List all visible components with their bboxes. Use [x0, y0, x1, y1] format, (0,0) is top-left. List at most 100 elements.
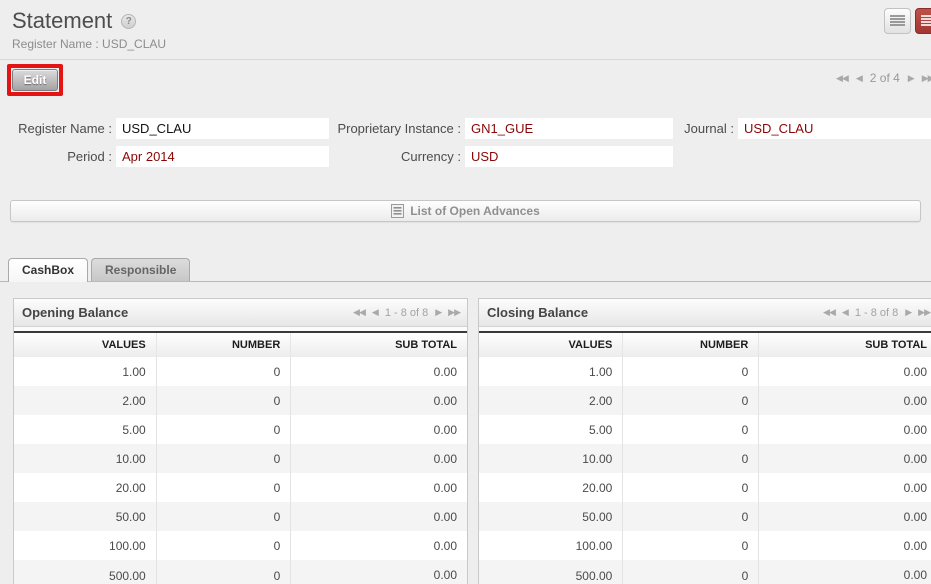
- values-cell: 5.00: [588, 423, 613, 437]
- subtotal-cell: 0.00: [758, 560, 931, 584]
- table-row[interactable]: 50.00 0 0.00: [479, 502, 931, 531]
- table-row[interactable]: 20.00 0 0.00: [14, 473, 467, 502]
- list-open-advances-button[interactable]: List of Open Advances: [10, 200, 921, 222]
- pager-previous-icon[interactable]: ◀: [372, 307, 379, 318]
- table-row[interactable]: 10.00 0 0.00: [479, 444, 931, 473]
- column-header-values[interactable]: VALUES: [14, 331, 157, 357]
- column-header-number[interactable]: NUMBER: [155, 331, 291, 357]
- number-cell: 0: [155, 386, 291, 415]
- closing-balance-body: 1.00 0 0.00 2.00 0 0.00 5.00 0 0.00 10.00 0 0.00 20.…: [479, 357, 931, 584]
- help-icon[interactable]: ?: [121, 13, 137, 29]
- column-header-number[interactable]: NUMBER: [622, 331, 759, 357]
- values-cell: 20.00: [115, 481, 146, 495]
- list-view-icon: [890, 15, 905, 26]
- table-row[interactable]: 5.00 0 0.00: [14, 415, 467, 444]
- period-label: Period :: [67, 149, 112, 164]
- table-row[interactable]: 100.00 0 0.00: [479, 531, 931, 560]
- values-cell: 50.00: [115, 510, 146, 524]
- pager-first-icon[interactable]: ◀◀: [823, 307, 836, 318]
- number-cell: 0: [622, 386, 759, 415]
- subtotal-cell: 0.00: [290, 502, 467, 531]
- tab-cashbox[interactable]: CashBox: [8, 258, 89, 282]
- subtotal-cell: 0.00: [758, 444, 931, 473]
- page-header: Statement ? Register Name : USD_CLAU: [0, 0, 931, 60]
- number-cell: 0: [622, 444, 759, 473]
- pager-range: 1 - 8 of 8: [384, 306, 429, 319]
- period-field[interactable]: Apr 2014: [116, 146, 329, 167]
- edit-button[interactable]: Edit: [12, 69, 58, 91]
- tab-responsible[interactable]: Responsible: [91, 258, 191, 281]
- table-row[interactable]: 2.00 0 0.00: [479, 386, 931, 415]
- number-cell: 0: [622, 502, 759, 531]
- pager-previous-icon[interactable]: ◀: [856, 73, 863, 84]
- table-row[interactable]: 500.00 0 0.00: [14, 560, 467, 584]
- pager-first-icon[interactable]: ◀◀: [353, 307, 366, 318]
- number-cell: 0: [622, 473, 759, 502]
- subtotal-cell: 0.00: [758, 357, 931, 386]
- number-cell: 0: [622, 560, 759, 584]
- currency-field[interactable]: USD: [465, 146, 673, 167]
- proprietary-instance-field[interactable]: GN1_GUE: [465, 118, 673, 139]
- opening-balance-table: VALUES NUMBER SUB TOTAL 1.00 0 0.00 2.00 0 0.…: [14, 331, 467, 584]
- subtotal-cell: 0.00: [758, 415, 931, 444]
- subtotal-cell: 0.00: [290, 357, 467, 386]
- values-cell: 50.00: [582, 510, 613, 524]
- table-row[interactable]: 5.00 0 0.00: [479, 415, 931, 444]
- values-cell: 20.00: [582, 481, 613, 495]
- values-cell: 10.00: [115, 452, 146, 466]
- subtotal-cell: 0.00: [290, 444, 467, 473]
- values-cell: 2.00: [588, 394, 613, 408]
- subtotal-cell: 0.00: [290, 415, 467, 444]
- table-row[interactable]: 10.00 0 0.00: [14, 444, 467, 473]
- record-subtitle: Register Name : USD_CLAU: [12, 37, 167, 51]
- pager-last-icon[interactable]: ▶▶: [922, 73, 931, 84]
- pager-previous-icon[interactable]: ◀: [842, 307, 849, 318]
- column-header-subtotal[interactable]: SUB TOTAL: [290, 331, 467, 357]
- table-row[interactable]: 20.00 0 0.00: [479, 473, 931, 502]
- currency-label: Currency :: [401, 149, 461, 164]
- pager-next-icon[interactable]: ▶: [435, 307, 442, 318]
- values-cell: 1.00: [588, 365, 613, 379]
- pager-last-icon[interactable]: ▶▶: [448, 307, 461, 318]
- values-cell: 10.00: [582, 452, 613, 466]
- pager-next-icon[interactable]: ▶: [905, 307, 912, 318]
- subtotal-cell: 0.00: [758, 473, 931, 502]
- list-view-button[interactable]: [884, 8, 911, 34]
- subtotal-cell: 0.00: [290, 531, 467, 560]
- proprietary-instance-label: Proprietary Instance :: [337, 121, 461, 136]
- table-row[interactable]: 500.00 0 0.00: [479, 560, 931, 584]
- opening-balance-title: Opening Balance: [22, 305, 129, 320]
- view-switcher: [884, 8, 931, 34]
- closing-balance-title: Closing Balance: [487, 305, 589, 320]
- table-row[interactable]: 50.00 0 0.00: [14, 502, 467, 531]
- journal-label: Journal :: [684, 121, 734, 136]
- pager-last-icon[interactable]: ▶▶: [918, 307, 931, 318]
- notebook-tabs: CashBox Responsible: [0, 257, 931, 282]
- pager-next-icon[interactable]: ▶: [908, 73, 915, 84]
- closing-balance-pager: ◀◀ ◀ 1 - 8 of 8 ▶ ▶▶: [823, 306, 931, 319]
- subtotal-cell: 0.00: [290, 386, 467, 415]
- opening-balance-pager: ◀◀ ◀ 1 - 8 of 8 ▶ ▶▶: [353, 306, 461, 319]
- subtotal-cell: 0.00: [758, 531, 931, 560]
- table-row[interactable]: 1.00 0 0.00: [14, 357, 467, 386]
- column-header-values[interactable]: VALUES: [479, 331, 623, 357]
- subtotal-cell: 0.00: [290, 473, 467, 502]
- form-view-icon: [921, 15, 931, 26]
- journal-field[interactable]: USD_CLAU: [738, 118, 931, 139]
- table-row[interactable]: 2.00 0 0.00: [14, 386, 467, 415]
- pager-first-icon[interactable]: ◀◀: [836, 73, 849, 84]
- list-open-advances-label: List of Open Advances: [410, 204, 540, 218]
- values-cell: 100.00: [109, 539, 146, 553]
- number-cell: 0: [155, 444, 291, 473]
- pager-range: 1 - 8 of 8: [854, 306, 899, 319]
- opening-balance-body: 1.00 0 0.00 2.00 0 0.00 5.00 0 0.00 10.00 0 0.00 20.…: [14, 357, 467, 584]
- table-row[interactable]: 1.00 0 0.00: [479, 357, 931, 386]
- values-cell: 2.00: [122, 394, 146, 408]
- column-header-subtotal[interactable]: SUB TOTAL: [758, 331, 931, 357]
- number-cell: 0: [622, 415, 759, 444]
- number-cell: 0: [155, 531, 291, 560]
- subtotal-cell: 0.00: [758, 502, 931, 531]
- table-row[interactable]: 100.00 0 0.00: [14, 531, 467, 560]
- number-cell: 0: [155, 560, 291, 584]
- form-view-button[interactable]: [915, 8, 931, 34]
